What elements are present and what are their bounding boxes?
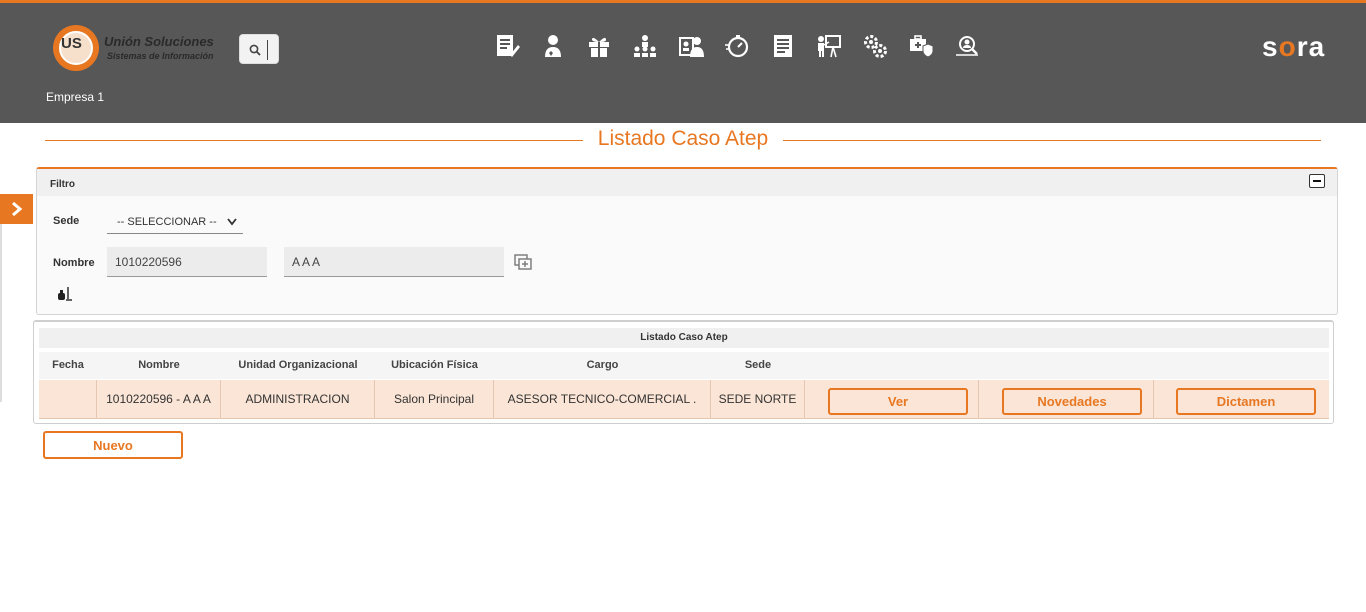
search-button[interactable] xyxy=(239,34,279,64)
title-divider-right xyxy=(783,140,1321,141)
medical-shield-icon[interactable] xyxy=(906,31,936,61)
column-header-ubicacion[interactable]: Ubicación Física xyxy=(375,352,494,379)
report-list-icon[interactable] xyxy=(768,31,798,61)
filter-title: Filtro xyxy=(50,179,75,190)
add-window-icon xyxy=(514,254,532,270)
team-hierarchy-icon[interactable] xyxy=(630,31,660,61)
nombre-id-input[interactable]: 1010220596 xyxy=(107,247,267,277)
document-edit-icon[interactable] xyxy=(492,31,522,61)
user-heart-icon[interactable] xyxy=(538,31,568,61)
results-panel: Listado Caso Atep Fecha Nombre Unidad Or… xyxy=(33,320,1334,424)
ver-button[interactable]: Ver xyxy=(828,388,968,415)
chevron-right-icon xyxy=(11,201,22,217)
module-toolbar xyxy=(492,31,982,61)
sede-label: Sede xyxy=(53,215,80,227)
table-header-row: Fecha Nombre Unidad Organizacional Ubica… xyxy=(39,352,1329,379)
top-header: US Unión Soluciones Sistemas de Informac… xyxy=(0,0,1366,123)
brand-logo: sora xyxy=(1262,31,1326,62)
title-divider-left xyxy=(45,140,583,141)
logo-badge: US xyxy=(61,35,82,52)
column-header-fecha[interactable]: Fecha xyxy=(39,352,97,379)
sede-select[interactable]: -- SELECCIONAR -- xyxy=(107,210,243,234)
column-header-nombre[interactable]: Nombre xyxy=(97,352,221,379)
gift-icon[interactable] xyxy=(584,31,614,61)
filter-panel: Filtro Sede -- SELECCIONAR -- Nombre 101… xyxy=(36,167,1338,315)
add-search-button[interactable] xyxy=(514,254,532,275)
table-caption: Listado Caso Atep xyxy=(39,328,1329,348)
column-header-unidad[interactable]: Unidad Organizacional xyxy=(221,352,375,379)
logo-text-sub: Sistemas de Información xyxy=(107,51,214,61)
cell-ubicacion: Salon Principal xyxy=(375,380,494,419)
broom-icon xyxy=(58,287,72,301)
nombre-label: Nombre xyxy=(53,257,95,269)
cell-fecha xyxy=(39,380,97,419)
logo-circle: US xyxy=(53,25,99,71)
id-card-user-icon[interactable] xyxy=(676,31,706,61)
dictamen-button[interactable]: Dictamen xyxy=(1176,388,1316,415)
company-logo[interactable]: US Unión Soluciones Sistemas de Informac… xyxy=(53,25,223,71)
cell-sede: SEDE NORTE xyxy=(711,380,805,419)
table-row[interactable]: 1010220596 - A A A ADMINISTRACION Salon … xyxy=(39,380,1329,419)
cell-cargo: ASESOR TECNICO-COMERCIAL . xyxy=(494,380,711,419)
nombre-name-input[interactable]: A A A xyxy=(284,247,504,277)
search-icon xyxy=(249,44,261,56)
logo-text-main: Unión Soluciones xyxy=(104,34,214,49)
sidebar-toggle-button[interactable] xyxy=(0,194,33,224)
nuevo-button[interactable]: Nuevo xyxy=(43,431,183,459)
stopwatch-icon[interactable] xyxy=(722,31,752,61)
novedades-button[interactable]: Novedades xyxy=(1002,388,1142,415)
cell-unidad: ADMINISTRACION xyxy=(221,380,375,419)
collapse-button[interactable] xyxy=(1309,174,1325,188)
gears-icon[interactable] xyxy=(860,31,890,61)
presentation-icon[interactable] xyxy=(814,31,844,61)
column-header-cargo[interactable]: Cargo xyxy=(494,352,711,379)
company-name[interactable]: Empresa 1 xyxy=(46,90,104,104)
page-title: Listado Caso Atep xyxy=(597,127,769,150)
sidebar-rail xyxy=(0,224,2,402)
column-header-sede[interactable]: Sede xyxy=(711,352,805,379)
clear-filter-button[interactable] xyxy=(57,286,73,307)
filter-header: Filtro xyxy=(37,169,1337,196)
user-search-icon[interactable] xyxy=(952,31,982,61)
sede-selected-value: -- SELECCIONAR -- xyxy=(117,215,217,228)
cell-nombre: 1010220596 - A A A xyxy=(97,380,221,419)
chevron-down-icon xyxy=(227,218,237,226)
